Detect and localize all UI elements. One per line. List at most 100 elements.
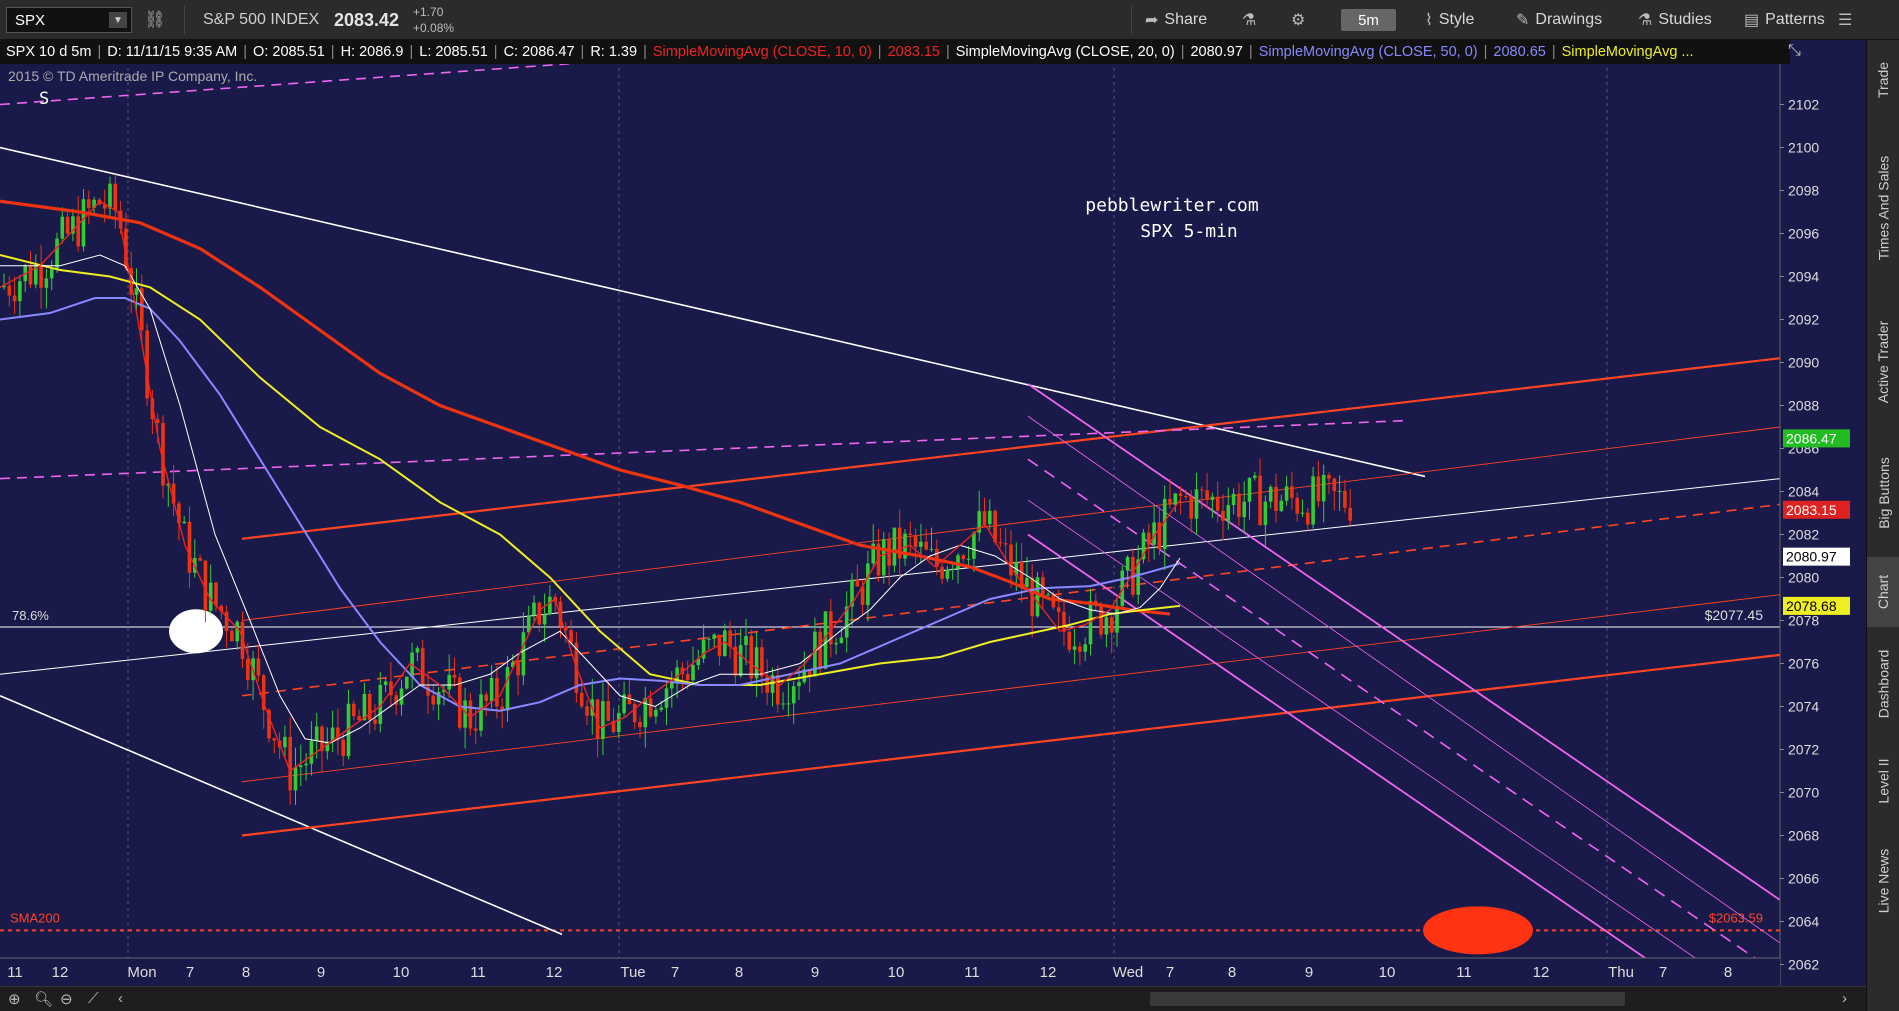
candle-body <box>447 674 451 690</box>
symbol-input[interactable]: SPX ▼ <box>6 7 132 33</box>
candle-body <box>1200 489 1204 491</box>
candle-body <box>44 278 49 288</box>
candle-body <box>1173 493 1178 505</box>
zoom-in-icon[interactable]: 🔍︎ <box>34 990 53 1008</box>
divider <box>184 6 185 34</box>
candle-body <box>479 694 483 731</box>
sma-more-label[interactable]: SimpleMovingAvg ... <box>1562 44 1694 60</box>
candle-body <box>929 548 934 550</box>
style-button[interactable]: ⌇ Style <box>1425 0 1474 40</box>
time-tick-label: 7 <box>1166 964 1174 981</box>
candle-body <box>357 716 361 721</box>
candle-body <box>1247 477 1252 502</box>
candle-body <box>1072 646 1077 650</box>
candle-body <box>60 216 65 239</box>
zoom-out-icon[interactable]: ⊖ <box>60 990 73 1008</box>
candle-body <box>707 638 711 640</box>
candle-body <box>484 694 489 702</box>
drawings-label: Drawings <box>1535 11 1603 28</box>
candle-body <box>1062 611 1066 632</box>
candle-body <box>924 541 928 550</box>
chart-area[interactable]: 78.6% $2077.45 SMA200 $2063.59 2062 2064 2066… <box>0 40 1866 1011</box>
candle-body <box>420 648 425 687</box>
chevron-down-icon[interactable]: ▼ <box>109 12 127 28</box>
tab-live-news[interactable]: Live News <box>1867 823 1899 938</box>
collapse-icon[interactable]: ⤡ <box>1788 42 1801 60</box>
candle-body <box>468 700 473 729</box>
candle-body <box>855 579 860 587</box>
candle-body <box>548 596 552 615</box>
tab-active-trader[interactable]: Active Trader <box>1867 296 1899 428</box>
flask-button[interactable]: ⚗ <box>1242 0 1256 40</box>
candle-body <box>738 645 743 676</box>
tab-dashboard[interactable]: Dashboard <box>1867 629 1899 739</box>
candle-body <box>1078 646 1082 652</box>
candle-body <box>309 740 314 764</box>
scrollbar[interactable] <box>1150 992 1625 1006</box>
time-axis[interactable]: 11 12 Mon 7 8 9 10 11 12 Tue 7 8 9 10 11 12 Wed 7 8 9 10 11 12… <box>0 957 1780 986</box>
candle-body <box>866 563 870 606</box>
close-label: C: 2086.47 <box>503 44 575 60</box>
candle-body <box>431 695 436 705</box>
candle-body <box>956 555 960 569</box>
candle-body <box>1321 474 1326 502</box>
price-tick-label: 2100 <box>1788 140 1819 156</box>
candle-body <box>998 542 1003 544</box>
drawings-button[interactable]: ✎ Drawings <box>1516 0 1602 40</box>
candle-body <box>7 285 12 296</box>
candle-body <box>230 630 234 642</box>
pencil-icon: ✎ <box>1516 12 1530 29</box>
tab-trade[interactable]: Trade <box>1867 40 1899 120</box>
toolbar: SPX ▼ ⛓ S&P 500 INDEX 2083.42 +1.70 +0.0… <box>0 0 1899 40</box>
pan-icon[interactable]: ⊕ <box>8 990 21 1008</box>
flask-icon: ⚗ <box>1638 12 1653 29</box>
settings-button[interactable]: ⚙ <box>1291 0 1305 40</box>
candle-body <box>134 288 139 295</box>
sma20-label[interactable]: SimpleMovingAvg (CLOSE, 20, 0) <box>956 44 1175 60</box>
candle-body <box>1104 617 1109 635</box>
candle-body <box>214 582 218 606</box>
timeframe-badge[interactable]: 5m <box>1341 9 1396 31</box>
time-tick-label: 12 <box>1533 964 1550 981</box>
time-tick-label: 10 <box>888 964 905 981</box>
link-icon[interactable]: ⛓ <box>144 0 166 40</box>
candle-body <box>373 719 377 724</box>
candle-body <box>65 216 70 234</box>
candle-body <box>399 688 404 705</box>
sma10-label[interactable]: SimpleMovingAvg (CLOSE, 10, 0) <box>653 44 872 60</box>
draw-icon[interactable]: ⟋ <box>88 990 99 1007</box>
tab-big-buttons[interactable]: Big Buttons <box>1867 430 1899 555</box>
candle-body <box>993 510 997 543</box>
sma50-label[interactable]: SimpleMovingAvg (CLOSE, 50, 0) <box>1259 44 1478 60</box>
right-sidebar: Trade Times And Sales Active Trader Big … <box>1866 40 1899 1011</box>
tab-level-ii[interactable]: Level II <box>1867 741 1899 821</box>
candle-body <box>341 739 345 757</box>
date-label: D: 11/11/15 9:35 AM <box>107 44 238 60</box>
flask-icon: ⚗ <box>1242 12 1257 29</box>
low-label: L: 2085.51 <box>419 44 488 60</box>
candle-body <box>1263 501 1268 526</box>
candle-body <box>1268 486 1273 502</box>
candle-body <box>919 541 923 547</box>
price-tick-label: 2088 <box>1788 398 1819 414</box>
candle-body <box>1056 607 1061 612</box>
open-label: O: 2085.51 <box>253 44 325 60</box>
tab-times-and-sales[interactable]: Times And Sales <box>1867 122 1899 294</box>
share-button[interactable]: ➦ Share <box>1145 0 1207 40</box>
share-label: Share <box>1164 11 1208 28</box>
time-tick-label: 11 <box>470 964 486 981</box>
candle-body <box>198 558 202 561</box>
menu-icon[interactable]: ☰ <box>1838 0 1852 40</box>
tab-chart[interactable]: Chart <box>1867 557 1899 627</box>
chevron-right-icon[interactable]: › <box>1842 990 1847 1007</box>
candle-body <box>606 701 610 721</box>
candle-body <box>569 630 573 643</box>
chevron-left-icon[interactable]: ‹ <box>118 990 123 1007</box>
price-axis[interactable]: 2062 2064 2066 2068 2070 2072 2074 2076 2078 2080… <box>1779 40 1866 986</box>
patterns-button[interactable]: ▤ Patterns <box>1744 0 1825 40</box>
studies-button[interactable]: ⚗ Studies <box>1638 0 1712 40</box>
price-chart[interactable]: 78.6% $2077.45SMA200 $2063.59 206220642066… <box>0 40 1866 986</box>
candle-body <box>1253 475 1257 478</box>
candle-body <box>744 636 748 646</box>
candle-body <box>1343 490 1347 508</box>
